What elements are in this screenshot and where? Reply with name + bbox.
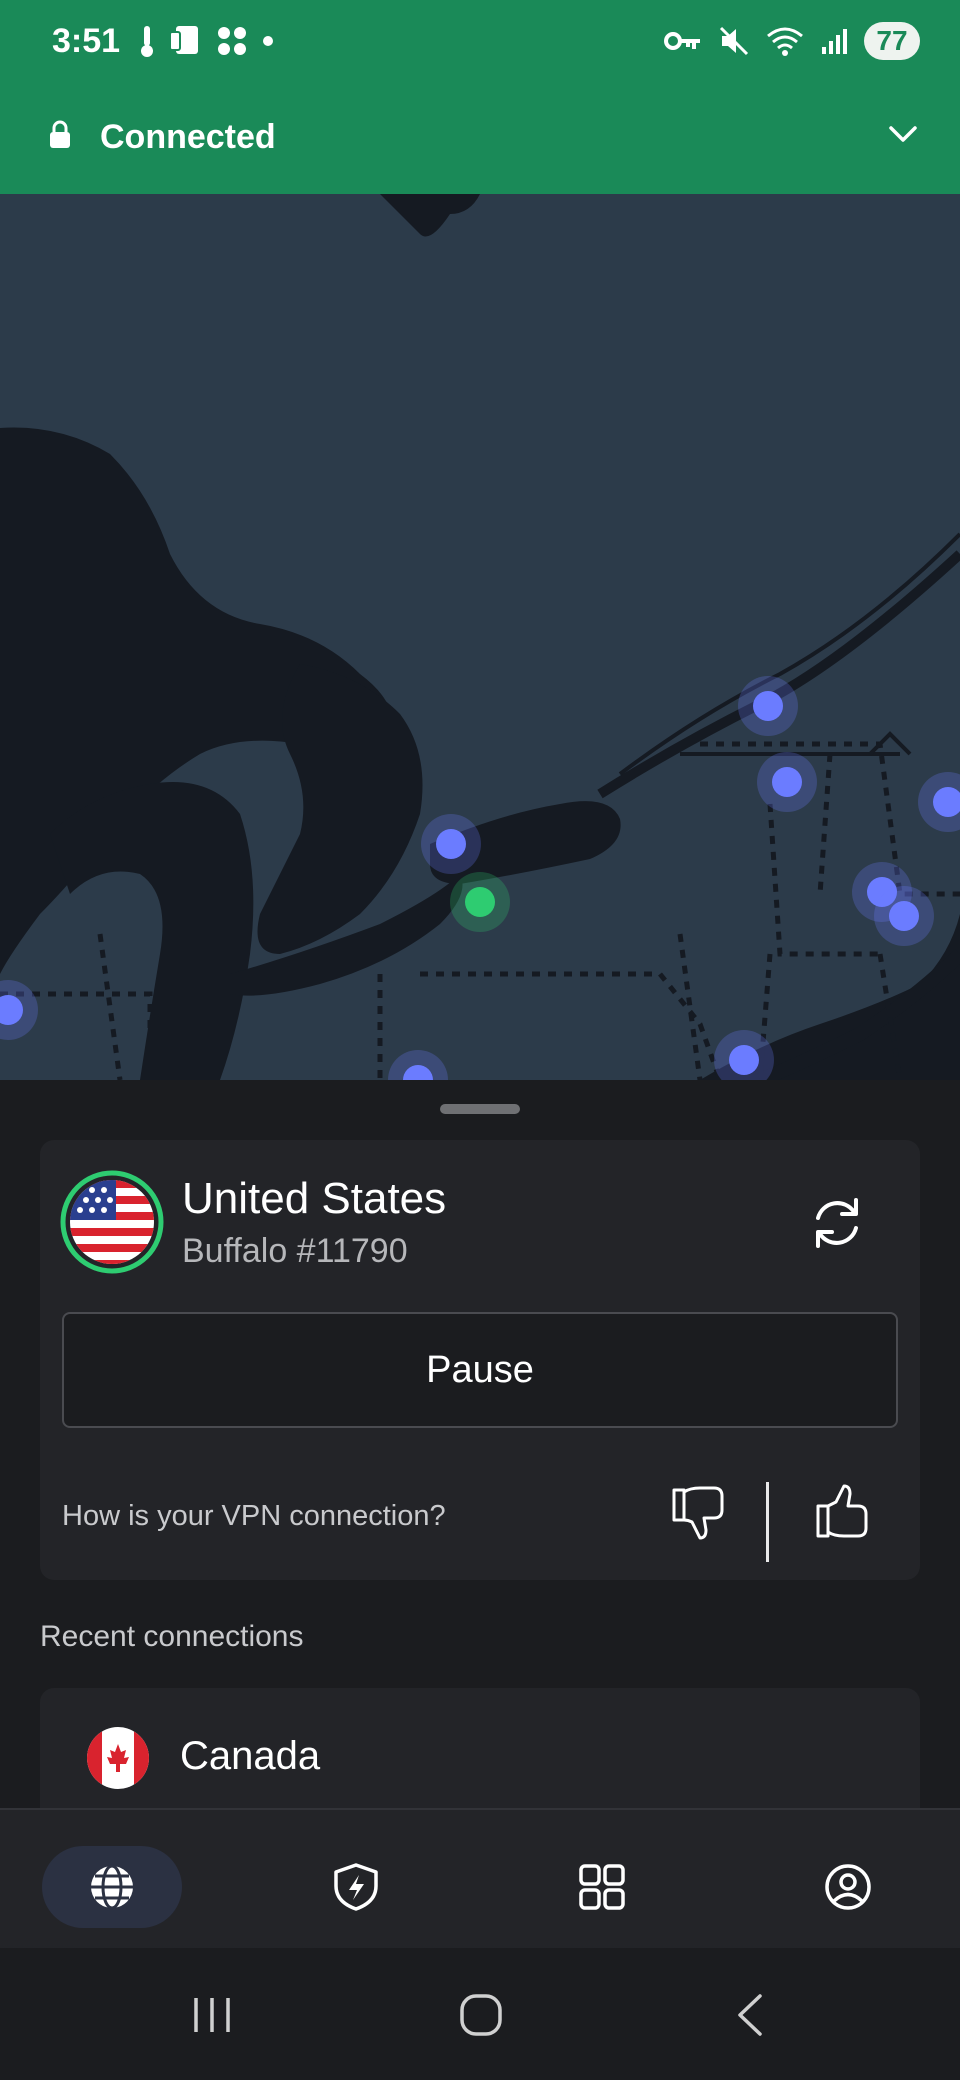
globe-icon (91, 1864, 133, 1910)
back-icon[interactable] (730, 1992, 770, 2038)
grid-icon (579, 1864, 625, 1910)
thumbs-down-icon[interactable] (666, 1480, 730, 1544)
nav-tab-profile[interactable] (778, 1846, 918, 1928)
map-graphic (0, 194, 960, 1080)
connected-server-marker[interactable] (448, 870, 512, 934)
feedback-divider (766, 1482, 769, 1562)
system-navigation-bar (0, 1948, 960, 2080)
server-marker[interactable] (419, 812, 483, 876)
shield-bolt-icon (334, 1863, 378, 1911)
server-map[interactable] (0, 194, 960, 1080)
server-marker[interactable] (386, 1048, 450, 1080)
thermometer-icon (141, 26, 153, 57)
dot-icon (263, 36, 273, 46)
server-marker[interactable] (755, 750, 819, 814)
chevron-down-icon[interactable] (888, 124, 918, 144)
lock-icon (50, 120, 70, 148)
connected-country: United States (182, 1174, 447, 1223)
nav-tab-map[interactable] (42, 1846, 182, 1928)
connected-server: Buffalo #11790 (182, 1232, 408, 1270)
home-icon[interactable] (458, 1992, 504, 2038)
sheet-drag-handle[interactable] (440, 1104, 520, 1114)
nav-tab-threat-protection[interactable] (286, 1846, 426, 1928)
thumbs-up-icon[interactable] (810, 1480, 874, 1544)
recent-connections-title: Recent connections (40, 1620, 304, 1653)
bottom-navigation (0, 1808, 960, 1950)
server-marker[interactable] (0, 978, 40, 1042)
mute-icon (719, 26, 749, 56)
status-bar: 3:51 77 (0, 0, 960, 90)
recent-apps-icon[interactable] (190, 1992, 234, 2038)
connection-status-label: Connected (100, 118, 276, 156)
status-system-icons: 77 (664, 22, 920, 60)
current-connection-card: United States Buffalo #11790 Pause How i… (40, 1140, 920, 1580)
canada-flag-icon (87, 1727, 149, 1789)
signal-icon (822, 29, 847, 54)
profile-icon (825, 1864, 871, 1910)
recent-connection-item[interactable]: Canada (40, 1688, 920, 1808)
status-time: 3:51 (52, 22, 121, 60)
wifi-icon (767, 27, 803, 56)
battery-indicator: 77 (864, 22, 920, 60)
device-icon (169, 26, 198, 54)
server-marker[interactable] (712, 1028, 776, 1080)
us-flag-icon (60, 1170, 164, 1274)
server-marker[interactable] (916, 770, 960, 834)
status-notification-icons (140, 24, 274, 58)
feedback-question: How is your VPN connection? (62, 1500, 446, 1532)
server-marker[interactable] (736, 674, 800, 738)
connection-status-bar[interactable]: Connected (0, 90, 960, 194)
refresh-icon[interactable] (806, 1192, 868, 1254)
recent-connection-country: Canada (180, 1734, 321, 1778)
pause-button[interactable]: Pause (62, 1312, 898, 1428)
app-grid-icon (218, 27, 246, 55)
nav-tab-products[interactable] (532, 1846, 672, 1928)
server-marker[interactable] (872, 884, 936, 948)
vpn-key-icon (664, 32, 700, 50)
connection-sheet: United States Buffalo #11790 Pause How i… (0, 1080, 960, 1808)
